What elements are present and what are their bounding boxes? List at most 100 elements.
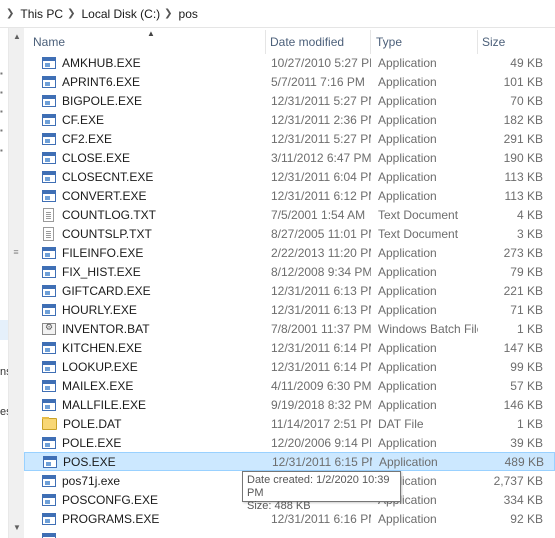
pin-icon[interactable]: ▪ <box>0 89 6 97</box>
file-name: POLE.EXE <box>62 435 122 450</box>
file-row[interactable]: AMKHUB.EXE 10/27/2010 5:27 PM Application 4… <box>24 53 555 72</box>
file-row[interactable]: CONVERT.EXE 12/31/2011 6:12 PM Application… <box>24 186 555 205</box>
file-type: Application <box>378 150 437 165</box>
file-type: Application <box>378 55 437 70</box>
nav-scrollbar[interactable]: ▲ ≡ ▼ <box>8 28 24 538</box>
file-name-cell[interactable]: FIX_HIST.EXE <box>24 265 266 279</box>
file-name-cell[interactable]: pos71j.exe <box>24 474 266 488</box>
file-name-cell[interactable]: INVENTOR.BAT <box>24 322 266 336</box>
file-row[interactable]: GIFTCARD.EXE 12/31/2011 6:13 PM Applicatio… <box>24 281 555 300</box>
file-name-cell[interactable]: POS.EXE <box>25 455 267 469</box>
file-name-cell[interactable]: CF2.EXE <box>24 132 266 146</box>
file-size: 57 KB <box>510 378 543 393</box>
file-row[interactable]: APRINT6.EXE 5/7/2011 7:16 PM Application 10… <box>24 72 555 91</box>
breadcrumb-pos[interactable]: pos <box>179 7 198 21</box>
list-item[interactable] <box>24 529 555 538</box>
pin-icon[interactable]: ▪ <box>0 147 6 155</box>
file-type: Application <box>378 340 437 355</box>
file-date-modified: 12/31/2011 6:14 PM <box>271 359 371 374</box>
column-date-modified[interactable]: Date modified <box>266 30 371 54</box>
breadcrumb-this-pc[interactable]: This PC <box>20 7 63 21</box>
file-name-cell[interactable]: PROGRAMS.EXE <box>24 512 266 526</box>
pin-icon[interactable]: ▪ <box>0 127 6 135</box>
file-name-cell[interactable]: CONVERT.EXE <box>24 189 266 203</box>
file-name-cell[interactable]: POLE.EXE <box>24 436 266 450</box>
file-type: Application <box>378 435 437 450</box>
file-type: Windows Batch File <box>378 321 478 336</box>
file-row[interactable]: CF2.EXE 12/31/2011 5:27 PM Application 291 … <box>24 129 555 148</box>
file-row[interactable]: POLE.EXE 12/20/2006 9:14 PM Application 39 … <box>24 433 555 452</box>
file-row[interactable]: LOOKUP.EXE 12/31/2011 6:14 PM Application 9… <box>24 357 555 376</box>
file-name-cell[interactable]: CF.EXE <box>24 113 266 127</box>
scroll-up-icon[interactable]: ▲ <box>9 32 25 41</box>
pin-icon[interactable]: ▪ <box>0 108 6 116</box>
nav-selected-item[interactable] <box>0 320 8 340</box>
file-name-cell[interactable]: COUNTLOG.TXT <box>24 207 266 222</box>
app-icon <box>42 436 56 449</box>
file-size: 70 KB <box>510 93 543 108</box>
file-name-cell[interactable]: GIFTCARD.EXE <box>24 284 266 298</box>
file-row[interactable]: MAILEX.EXE 4/11/2009 6:30 PM Application 57… <box>24 376 555 395</box>
file-name: CLOSE.EXE <box>62 150 131 165</box>
file-size: 291 KB <box>503 131 543 146</box>
file-name-cell[interactable]: LOOKUP.EXE <box>24 360 266 374</box>
column-size[interactable]: Size <box>478 30 555 54</box>
breadcrumb-local-disk[interactable]: Local Disk (C:) <box>81 7 160 21</box>
file-name-cell[interactable]: FILEINFO.EXE <box>24 246 266 260</box>
file-row[interactable]: INVENTOR.BAT 7/8/2001 11:37 PM Windows Bat… <box>24 319 555 338</box>
file-size: 101 KB <box>503 74 543 89</box>
text-file-icon <box>43 207 54 222</box>
scrollbar-thumb[interactable]: ≡ <box>12 243 20 261</box>
file-name-cell[interactable]: CLOSE.EXE <box>24 151 266 165</box>
file-size: 71 KB <box>510 302 543 317</box>
file-row[interactable]: KITCHEN.EXE 12/31/2011 6:14 PM Application… <box>24 338 555 357</box>
file-type: Application <box>378 245 437 260</box>
column-name[interactable]: ▲ Name <box>24 29 266 54</box>
file-name-cell[interactable]: AMKHUB.EXE <box>24 56 266 70</box>
file-date-modified: 9/19/2018 8:32 PM <box>271 397 371 412</box>
file-row[interactable]: CLOSECNT.EXE 12/31/2011 6:04 PM Applicatio… <box>24 167 555 186</box>
address-bar[interactable]: ❯ This PC ❯ Local Disk (C:) ❯ pos <box>0 0 555 28</box>
file-name: CLOSECNT.EXE <box>62 169 154 184</box>
file-name-cell[interactable]: BIGPOLE.EXE <box>24 94 266 108</box>
tooltip-size: Size: 488 KB <box>247 500 311 512</box>
file-type: DAT File <box>378 416 424 431</box>
tooltip-date-created: Date created: 1/2/2020 10:39 PM <box>247 474 390 499</box>
file-row[interactable]: FIX_HIST.EXE 8/12/2008 9:34 PM Application… <box>24 262 555 281</box>
file-row[interactable]: HOURLY.EXE 12/31/2011 6:13 PM Application 7… <box>24 300 555 319</box>
pin-icon[interactable]: ▪ <box>0 70 6 78</box>
file-row[interactable]: COUNTSLP.TXT 8/27/2005 11:01 PM Text Docum… <box>24 224 555 243</box>
file-name-cell[interactable]: POLE.DAT <box>24 416 266 431</box>
file-date-modified: 7/5/2001 1:54 AM <box>271 207 366 222</box>
file-name-cell[interactable]: HOURLY.EXE <box>24 303 266 317</box>
file-date-modified: 5/7/2011 7:16 PM <box>271 74 365 89</box>
file-row[interactable]: FILEINFO.EXE 2/22/2013 11:20 PM Applicatio… <box>24 243 555 262</box>
file-size: 113 KB <box>504 169 543 184</box>
file-name: LOOKUP.EXE <box>62 359 138 374</box>
file-row[interactable]: CF.EXE 12/31/2011 2:36 PM Application 182 K… <box>24 110 555 129</box>
app-icon <box>42 493 56 506</box>
file-row[interactable]: BIGPOLE.EXE 12/31/2011 5:27 PM Application… <box>24 91 555 110</box>
file-size: 113 KB <box>504 188 543 203</box>
file-name-cell[interactable]: KITCHEN.EXE <box>24 341 266 355</box>
file-size: 49 KB <box>510 55 543 70</box>
file-name-cell[interactable]: COUNTSLP.TXT <box>24 226 266 241</box>
chevron-right-icon[interactable]: ❯ <box>6 8 14 19</box>
file-name-cell[interactable]: CLOSECNT.EXE <box>24 170 266 184</box>
chevron-right-icon[interactable]: ❯ <box>67 8 75 19</box>
file-row[interactable]: POS.EXE 12/31/2011 6:15 PM Application 489 … <box>24 452 555 471</box>
file-row[interactable]: CLOSE.EXE 3/11/2012 6:47 PM Application 190… <box>24 148 555 167</box>
file-type: Application <box>378 264 437 279</box>
file-row[interactable]: COUNTLOG.TXT 7/5/2001 1:54 AM Text Documen… <box>24 205 555 224</box>
column-type[interactable]: Type <box>371 30 478 54</box>
file-row[interactable]: MALLFILE.EXE 9/19/2018 8:32 PM Application… <box>24 395 555 414</box>
app-icon <box>42 75 56 88</box>
file-row[interactable]: POLE.DAT 11/14/2017 2:51 PM DAT File 1 KB <box>24 414 555 433</box>
app-icon <box>42 533 56 538</box>
file-name-cell[interactable]: MAILEX.EXE <box>24 379 266 393</box>
file-name-cell[interactable]: APRINT6.EXE <box>24 75 266 89</box>
file-name-cell[interactable]: MALLFILE.EXE <box>24 398 266 412</box>
file-name-cell[interactable]: POSCONFG.EXE <box>24 493 266 507</box>
chevron-right-icon[interactable]: ❯ <box>164 8 172 19</box>
scroll-down-icon[interactable]: ▼ <box>9 523 25 532</box>
